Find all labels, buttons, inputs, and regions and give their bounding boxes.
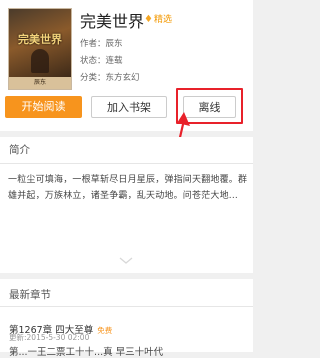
- gem-icon: ♦: [144, 14, 153, 25]
- book-title: 完美世界: [80, 12, 145, 31]
- cover-footer-text: 辰东: [9, 77, 71, 89]
- intro-text: 一粒尘可填海，一根草斩尽日月星辰，弹指间天翻地覆。群雄并起，万族林立，诸圣争霸，…: [8, 175, 248, 201]
- chapter-item-partial[interactable]: 第...一王二票工十十...真 早三十叶代: [9, 344, 163, 358]
- book-author: 作者：辰东: [80, 39, 123, 49]
- book-cover-image[interactable]: 完美世界 辰东: [8, 8, 72, 90]
- cover-figure: [31, 49, 49, 73]
- chapter-update-date: 更新:2015-5-30 02:00: [9, 333, 90, 342]
- cover-title-text: 完美世界: [18, 33, 62, 46]
- intro-card: [0, 137, 253, 273]
- intro-header: 简介: [9, 144, 30, 156]
- featured-badge-label: 精选: [153, 15, 172, 25]
- featured-badge: ♦精选: [144, 12, 172, 25]
- start-reading-button[interactable]: 开始阅读: [5, 96, 82, 118]
- book-status: 状态：连载: [80, 56, 123, 66]
- latest-chapters-header: 最新章节: [9, 289, 51, 301]
- free-tag: 免费: [97, 326, 113, 335]
- expand-chevron-icon[interactable]: [118, 255, 134, 265]
- intro-divider: [0, 163, 253, 164]
- chapters-divider: [0, 306, 253, 307]
- book-category: 分类：东方玄幻: [80, 73, 140, 83]
- add-to-shelf-button[interactable]: 加入书架: [91, 96, 167, 118]
